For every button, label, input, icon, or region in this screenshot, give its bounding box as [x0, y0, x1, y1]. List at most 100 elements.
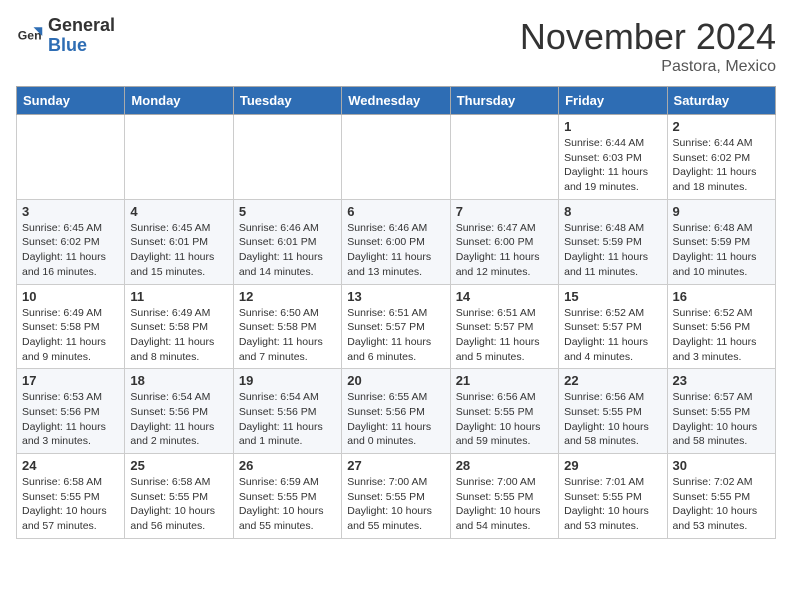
calendar-cell: 11Sunrise: 6:49 AM Sunset: 5:58 PM Dayli…	[125, 284, 233, 369]
day-info: Sunrise: 7:01 AM Sunset: 5:55 PM Dayligh…	[564, 475, 661, 534]
calendar-cell	[17, 115, 125, 200]
calendar-cell	[233, 115, 341, 200]
calendar-cell	[450, 115, 558, 200]
calendar-body: 1 Sunrise: 6:44 AM Sunset: 6:03 PM Daylig…	[17, 115, 776, 539]
day-number: 29	[564, 458, 661, 473]
calendar-cell: 5 Sunrise: 6:46 AM Sunset: 6:01 PM Daylig…	[233, 199, 341, 284]
day-info: Sunrise: 7:00 AM Sunset: 5:55 PM Dayligh…	[456, 475, 553, 534]
weekday-header-friday: Friday	[559, 87, 667, 115]
page-header: Gen General Blue November 2024 Pastora, …	[16, 16, 776, 76]
day-number: 4	[130, 204, 227, 219]
day-number: 17	[22, 373, 119, 388]
calendar-header: SundayMondayTuesdayWednesdayThursdayFrid…	[17, 87, 776, 115]
day-number: 16	[673, 289, 770, 304]
day-number: 2	[673, 119, 770, 134]
day-info: Sunrise: 6:44 AM Sunset: 6:02 PM Dayligh…	[673, 136, 770, 195]
day-number: 3	[22, 204, 119, 219]
calendar-cell: 26Sunrise: 6:59 AM Sunset: 5:55 PM Dayli…	[233, 454, 341, 539]
calendar-cell: 18Sunrise: 6:54 AM Sunset: 5:56 PM Dayli…	[125, 369, 233, 454]
day-info: Sunrise: 6:46 AM Sunset: 6:00 PM Dayligh…	[347, 221, 444, 280]
title-block: November 2024 Pastora, Mexico	[520, 16, 776, 76]
calendar-cell: 9 Sunrise: 6:48 AM Sunset: 5:59 PM Daylig…	[667, 199, 775, 284]
day-number: 18	[130, 373, 227, 388]
calendar-week-4: 24 Sunrise: 6:58 AM Sunset: 5:55 PM Dayli…	[17, 454, 776, 539]
calendar-cell: 7 Sunrise: 6:47 AM Sunset: 6:00 PM Daylig…	[450, 199, 558, 284]
calendar-cell: 4 Sunrise: 6:45 AM Sunset: 6:01 PM Daylig…	[125, 199, 233, 284]
day-number: 26	[239, 458, 336, 473]
calendar-cell: 23Sunrise: 6:57 AM Sunset: 5:55 PM Dayli…	[667, 369, 775, 454]
calendar-week-2: 10 Sunrise: 6:49 AM Sunset: 5:58 PM Dayli…	[17, 284, 776, 369]
calendar-cell: 3 Sunrise: 6:45 AM Sunset: 6:02 PM Daylig…	[17, 199, 125, 284]
calendar-cell: 2 Sunrise: 6:44 AM Sunset: 6:02 PM Daylig…	[667, 115, 775, 200]
calendar-cell: 24 Sunrise: 6:58 AM Sunset: 5:55 PM Dayli…	[17, 454, 125, 539]
weekday-row: SundayMondayTuesdayWednesdayThursdayFrid…	[17, 87, 776, 115]
day-info: Sunrise: 6:48 AM Sunset: 5:59 PM Dayligh…	[564, 221, 661, 280]
calendar-cell: 13 Sunrise: 6:51 AM Sunset: 5:57 PM Dayli…	[342, 284, 450, 369]
calendar-cell: 22Sunrise: 6:56 AM Sunset: 5:55 PM Dayli…	[559, 369, 667, 454]
calendar-cell: 16Sunrise: 6:52 AM Sunset: 5:56 PM Dayli…	[667, 284, 775, 369]
day-number: 7	[456, 204, 553, 219]
logo-general: General	[48, 15, 115, 35]
day-number: 9	[673, 204, 770, 219]
logo: Gen General Blue	[16, 16, 115, 56]
logo-icon: Gen	[16, 22, 44, 50]
day-info: Sunrise: 6:56 AM Sunset: 5:55 PM Dayligh…	[456, 390, 553, 449]
calendar-cell: 20Sunrise: 6:55 AM Sunset: 5:56 PM Dayli…	[342, 369, 450, 454]
day-info: Sunrise: 7:00 AM Sunset: 5:55 PM Dayligh…	[347, 475, 444, 534]
day-number: 27	[347, 458, 444, 473]
calendar-cell: 29 Sunrise: 7:01 AM Sunset: 5:55 PM Dayli…	[559, 454, 667, 539]
calendar-cell: 17 Sunrise: 6:53 AM Sunset: 5:56 PM Dayli…	[17, 369, 125, 454]
day-number: 21	[456, 373, 553, 388]
month-title: November 2024	[520, 16, 776, 58]
day-number: 22	[564, 373, 661, 388]
day-number: 10	[22, 289, 119, 304]
weekday-header-wednesday: Wednesday	[342, 87, 450, 115]
calendar-cell: 30 Sunrise: 7:02 AM Sunset: 5:55 PM Dayli…	[667, 454, 775, 539]
calendar-cell: 28Sunrise: 7:00 AM Sunset: 5:55 PM Dayli…	[450, 454, 558, 539]
weekday-header-tuesday: Tuesday	[233, 87, 341, 115]
day-number: 13	[347, 289, 444, 304]
day-info: Sunrise: 6:57 AM Sunset: 5:55 PM Dayligh…	[673, 390, 770, 449]
day-info: Sunrise: 6:50 AM Sunset: 5:58 PM Dayligh…	[239, 306, 336, 365]
calendar-cell	[342, 115, 450, 200]
day-info: Sunrise: 6:45 AM Sunset: 6:01 PM Dayligh…	[130, 221, 227, 280]
day-info: Sunrise: 6:48 AM Sunset: 5:59 PM Dayligh…	[673, 221, 770, 280]
calendar-table: SundayMondayTuesdayWednesdayThursdayFrid…	[16, 86, 776, 539]
day-number: 25	[130, 458, 227, 473]
day-info: Sunrise: 6:55 AM Sunset: 5:56 PM Dayligh…	[347, 390, 444, 449]
calendar-cell	[125, 115, 233, 200]
weekday-header-monday: Monday	[125, 87, 233, 115]
logo-text: General Blue	[48, 16, 115, 56]
day-number: 5	[239, 204, 336, 219]
day-info: Sunrise: 6:51 AM Sunset: 5:57 PM Dayligh…	[347, 306, 444, 365]
day-info: Sunrise: 6:44 AM Sunset: 6:03 PM Dayligh…	[564, 136, 661, 195]
day-number: 30	[673, 458, 770, 473]
day-info: Sunrise: 6:51 AM Sunset: 5:57 PM Dayligh…	[456, 306, 553, 365]
day-info: Sunrise: 6:47 AM Sunset: 6:00 PM Dayligh…	[456, 221, 553, 280]
day-number: 19	[239, 373, 336, 388]
calendar-week-3: 17 Sunrise: 6:53 AM Sunset: 5:56 PM Dayli…	[17, 369, 776, 454]
day-info: Sunrise: 6:58 AM Sunset: 5:55 PM Dayligh…	[22, 475, 119, 534]
day-info: Sunrise: 7:02 AM Sunset: 5:55 PM Dayligh…	[673, 475, 770, 534]
day-info: Sunrise: 6:46 AM Sunset: 6:01 PM Dayligh…	[239, 221, 336, 280]
calendar-cell: 10 Sunrise: 6:49 AM Sunset: 5:58 PM Dayli…	[17, 284, 125, 369]
calendar-cell: 21 Sunrise: 6:56 AM Sunset: 5:55 PM Dayli…	[450, 369, 558, 454]
calendar-cell: 8 Sunrise: 6:48 AM Sunset: 5:59 PM Daylig…	[559, 199, 667, 284]
calendar-cell: 19Sunrise: 6:54 AM Sunset: 5:56 PM Dayli…	[233, 369, 341, 454]
weekday-header-thursday: Thursday	[450, 87, 558, 115]
day-info: Sunrise: 6:53 AM Sunset: 5:56 PM Dayligh…	[22, 390, 119, 449]
calendar-cell: 14Sunrise: 6:51 AM Sunset: 5:57 PM Dayli…	[450, 284, 558, 369]
day-info: Sunrise: 6:49 AM Sunset: 5:58 PM Dayligh…	[22, 306, 119, 365]
day-info: Sunrise: 6:49 AM Sunset: 5:58 PM Dayligh…	[130, 306, 227, 365]
calendar-week-0: 1 Sunrise: 6:44 AM Sunset: 6:03 PM Daylig…	[17, 115, 776, 200]
day-number: 12	[239, 289, 336, 304]
day-info: Sunrise: 6:52 AM Sunset: 5:57 PM Dayligh…	[564, 306, 661, 365]
calendar-cell: 12 Sunrise: 6:50 AM Sunset: 5:58 PM Dayli…	[233, 284, 341, 369]
day-number: 24	[22, 458, 119, 473]
location: Pastora, Mexico	[520, 58, 776, 76]
day-number: 8	[564, 204, 661, 219]
day-number: 1	[564, 119, 661, 134]
calendar-week-1: 3 Sunrise: 6:45 AM Sunset: 6:02 PM Daylig…	[17, 199, 776, 284]
day-info: Sunrise: 6:45 AM Sunset: 6:02 PM Dayligh…	[22, 221, 119, 280]
calendar-cell: 1 Sunrise: 6:44 AM Sunset: 6:03 PM Daylig…	[559, 115, 667, 200]
